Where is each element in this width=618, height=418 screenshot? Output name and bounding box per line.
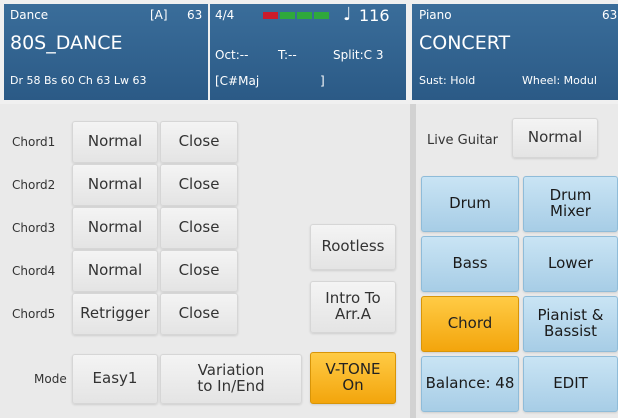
chord3-label: Chord3	[12, 221, 56, 235]
style-bank: [A]	[150, 8, 168, 22]
style-genre: Dance	[10, 8, 49, 22]
chord1-label: Chord1	[12, 135, 56, 149]
style-registers: Dr 58 Bs 60 Ch 63 Lw 63	[10, 74, 147, 87]
voice-name: CONCERT	[419, 32, 511, 54]
live-guitar-label: Live Guitar	[427, 133, 499, 148]
panel-divider	[410, 104, 416, 418]
quarter-note-icon: ♩	[343, 4, 352, 25]
chord4-label: Chord4	[12, 264, 56, 278]
edit-button[interactable]: EDIT	[523, 356, 618, 412]
style-panel[interactable]: Dance [A] 63 80S_DANCE Dr 58 Bs 60 Ch 63…	[4, 4, 208, 100]
chord1-mode-button[interactable]: Normal	[72, 121, 158, 163]
beat-led-1	[263, 12, 278, 19]
chord2-mode-button[interactable]: Normal	[72, 164, 158, 206]
rootless-button[interactable]: Rootless	[310, 224, 396, 270]
voice-number: 63	[602, 8, 618, 22]
chord5-voicing-button[interactable]: Close	[160, 293, 238, 335]
drum-button[interactable]: Drum	[421, 176, 519, 232]
pianist-bassist-button[interactable]: Pianist & Bassist	[523, 296, 618, 352]
center-panel[interactable]: 4/4 ♩ 116 Oct:-- T:-- Split:C 3 [C#Maj ]	[210, 4, 406, 100]
split-value: Split:C 3	[333, 48, 384, 62]
wheel-status: Wheel: Modul	[522, 74, 597, 87]
chord4-mode-button[interactable]: Normal	[72, 250, 158, 292]
chord2-voicing-button[interactable]: Close	[160, 164, 238, 206]
voice-panel[interactable]: Piano 63 CONCERT Sust: Hold Wheel: Modul	[412, 4, 618, 100]
time-signature: 4/4	[215, 8, 235, 22]
sustain-status: Sust: Hold	[419, 74, 476, 87]
tempo-value: 116	[359, 6, 390, 25]
mode-button[interactable]: Easy1	[72, 354, 158, 404]
lower-button[interactable]: Lower	[523, 236, 618, 292]
chord-display-close: ]	[320, 74, 325, 88]
intro-to-arr-a-button[interactable]: Intro To Arr.A	[310, 281, 396, 333]
balance-button[interactable]: Balance: 48	[421, 356, 519, 412]
style-number: 63	[187, 8, 203, 22]
beat-led-4	[314, 12, 329, 19]
chord-button[interactable]: Chord	[421, 296, 519, 352]
transpose-value: T:--	[278, 48, 297, 62]
chord5-mode-button[interactable]: Retrigger	[72, 293, 158, 335]
chord1-voicing-button[interactable]: Close	[160, 121, 238, 163]
chord5-label: Chord5	[12, 307, 56, 321]
live-guitar-mode-button[interactable]: Normal	[512, 118, 598, 158]
chord3-voicing-button[interactable]: Close	[160, 207, 238, 249]
variation-to-in-end-button[interactable]: Variation to In/End	[160, 354, 302, 404]
beat-led-2	[280, 12, 295, 19]
style-name: 80S_DANCE	[10, 32, 123, 54]
octave-value: Oct:--	[215, 48, 249, 62]
voice-category: Piano	[419, 8, 452, 22]
bass-button[interactable]: Bass	[421, 236, 519, 292]
chord2-label: Chord2	[12, 178, 56, 192]
beat-led-3	[297, 12, 312, 19]
mode-label: Mode	[34, 372, 67, 386]
v-tone-button[interactable]: V-TONE On	[310, 352, 396, 404]
chord4-voicing-button[interactable]: Close	[160, 250, 238, 292]
chord3-mode-button[interactable]: Normal	[72, 207, 158, 249]
beat-meter	[263, 12, 329, 19]
drum-mixer-button[interactable]: Drum Mixer	[523, 176, 618, 232]
chord-display: [C#Maj	[215, 74, 260, 88]
